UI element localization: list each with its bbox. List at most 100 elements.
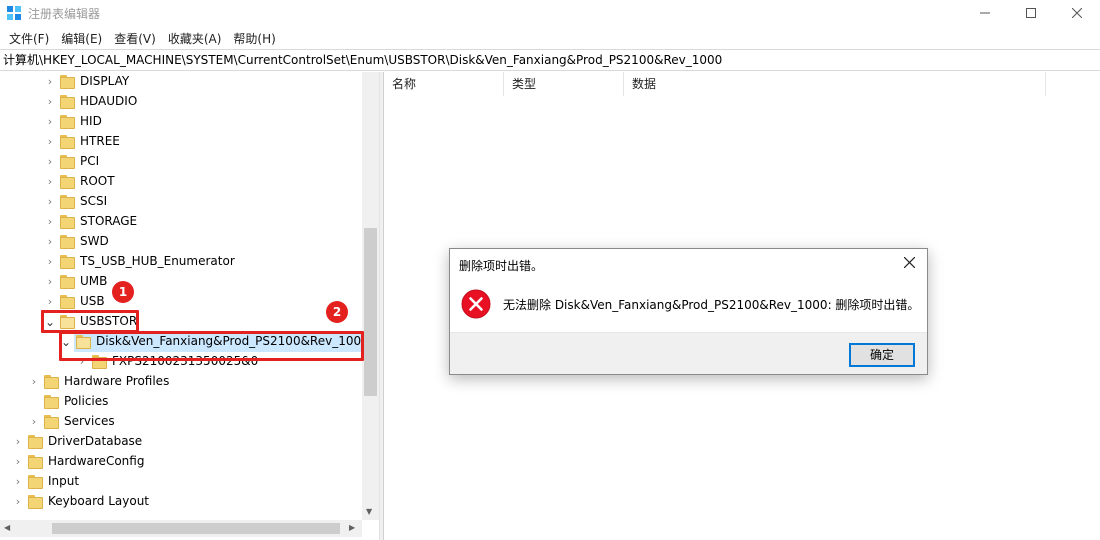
chevron-right-icon[interactable]: › bbox=[44, 114, 56, 130]
menu-favorites[interactable]: 收藏夹(A) bbox=[163, 30, 227, 47]
minimize-button[interactable] bbox=[962, 0, 1008, 26]
menu-help[interactable]: 帮助(H) bbox=[228, 30, 280, 47]
tree-item-label: SWD bbox=[80, 234, 109, 248]
menu-view[interactable]: 查看(V) bbox=[109, 30, 161, 47]
tree-item-label: Keyboard Layout bbox=[48, 494, 150, 508]
tree-item-ts-usb-hub-enumerator[interactable]: › TS_USB_HUB_Enumerator bbox=[0, 252, 362, 272]
chevron-right-icon[interactable]: › bbox=[44, 154, 56, 170]
chevron-right-icon[interactable]: › bbox=[44, 174, 56, 190]
menu-file[interactable]: 文件(F) bbox=[4, 30, 54, 47]
chevron-right-icon[interactable]: › bbox=[12, 474, 24, 490]
folder-icon bbox=[28, 435, 43, 449]
address-bar[interactable]: 计算机\HKEY_LOCAL_MACHINE\SYSTEM\CurrentCon… bbox=[0, 49, 1100, 71]
chevron-right-icon[interactable]: › bbox=[12, 434, 24, 450]
scroll-left-icon[interactable]: ◀ bbox=[4, 523, 10, 532]
tree-item-driverdatabase[interactable]: › DriverDatabase bbox=[0, 432, 362, 452]
tree-item-hdaudio[interactable]: › HDAUDIO bbox=[0, 92, 362, 112]
tree-item-label: USB bbox=[80, 294, 105, 308]
tree-item-scsi[interactable]: › SCSI bbox=[0, 192, 362, 212]
scrollbar-thumb[interactable] bbox=[364, 228, 377, 396]
folder-icon bbox=[60, 295, 75, 309]
chevron-right-icon[interactable]: › bbox=[44, 294, 56, 310]
registry-tree: › DISPLAY › HDAUDIO › HID › HTREE › PCI … bbox=[0, 72, 379, 540]
tree-item-hid[interactable]: › HID bbox=[0, 112, 362, 132]
tree-item-label: HardwareConfig bbox=[48, 454, 145, 468]
tree-item-display[interactable]: › DISPLAY bbox=[0, 72, 362, 92]
tree-item-htree[interactable]: › HTREE bbox=[0, 132, 362, 152]
folder-icon bbox=[44, 375, 59, 389]
annotation-badge-1: 1 bbox=[112, 281, 134, 303]
dialog-close-button[interactable] bbox=[897, 252, 921, 274]
folder-icon bbox=[28, 455, 43, 469]
close-button[interactable] bbox=[1054, 0, 1100, 26]
folder-icon bbox=[44, 415, 59, 429]
tree-item-hardwareconfig[interactable]: › HardwareConfig bbox=[0, 452, 362, 472]
tree-item-label: TS_USB_HUB_Enumerator bbox=[80, 254, 235, 268]
tree-item-label: Policies bbox=[64, 394, 109, 408]
tree-item-usb[interactable]: › USB bbox=[0, 292, 362, 312]
annotation-box-disk-key bbox=[59, 331, 364, 361]
folder-icon bbox=[44, 395, 59, 409]
maximize-button[interactable] bbox=[1008, 0, 1054, 26]
chevron-right-icon[interactable]: › bbox=[44, 74, 56, 90]
error-icon bbox=[461, 289, 491, 319]
tree-item-label: UMB bbox=[80, 274, 108, 288]
tree-item-input[interactable]: › Input bbox=[0, 472, 362, 492]
chevron-right-icon[interactable]: › bbox=[12, 494, 24, 510]
dialog-title: 删除项时出错。 bbox=[459, 259, 544, 273]
chevron-right-icon[interactable]: › bbox=[44, 254, 56, 270]
chevron-right-icon[interactable]: › bbox=[44, 94, 56, 110]
tree-item-label: DISPLAY bbox=[80, 74, 130, 88]
tree-item-policies[interactable]: Policies bbox=[0, 392, 362, 412]
folder-icon bbox=[28, 495, 43, 509]
folder-icon bbox=[28, 475, 43, 489]
tree-item-label: SCSI bbox=[80, 194, 108, 208]
folder-icon bbox=[60, 175, 75, 189]
chevron-right-icon[interactable]: › bbox=[28, 414, 40, 430]
tree-item-label: HTREE bbox=[80, 134, 120, 148]
folder-icon bbox=[60, 235, 75, 249]
close-icon bbox=[1072, 8, 1082, 18]
column-header-data[interactable]: 数据 bbox=[624, 72, 1046, 96]
window-title: 注册表编辑器 bbox=[28, 7, 101, 21]
scroll-right-icon[interactable]: ▶ bbox=[349, 523, 355, 532]
chevron-right-icon[interactable]: › bbox=[12, 454, 24, 470]
tree-item-keyboard-layout[interactable]: › Keyboard Layout bbox=[0, 492, 362, 512]
tree-item-pci[interactable]: › PCI bbox=[0, 152, 362, 172]
column-header-name[interactable]: 名称 bbox=[384, 72, 504, 96]
folder-icon bbox=[60, 75, 75, 89]
tree-item-storage[interactable]: › STORAGE bbox=[0, 212, 362, 232]
tree-item-label: Services bbox=[64, 414, 115, 428]
tree-item-umb[interactable]: › UMB bbox=[0, 272, 362, 292]
chevron-right-icon[interactable]: › bbox=[28, 374, 40, 390]
tree-item-swd[interactable]: › SWD bbox=[0, 232, 362, 252]
chevron-right-icon[interactable]: › bbox=[44, 234, 56, 250]
tree-horizontal-scrollbar[interactable]: ◀ ▶ bbox=[0, 520, 362, 537]
tree-item-services[interactable]: › Services bbox=[0, 412, 362, 432]
tree-item-label: PCI bbox=[80, 154, 100, 168]
regedit-app-icon bbox=[7, 6, 21, 20]
title-bar: 注册表编辑器 bbox=[0, 0, 1100, 26]
annotation-badge-2: 2 bbox=[326, 301, 348, 323]
tree-item-label: HID bbox=[80, 114, 102, 128]
folder-icon bbox=[60, 195, 75, 209]
column-header-type[interactable]: 类型 bbox=[504, 72, 624, 96]
ok-button[interactable]: 确定 bbox=[849, 343, 915, 367]
folder-icon bbox=[60, 115, 75, 129]
chevron-right-icon[interactable]: › bbox=[44, 134, 56, 150]
tree-item-label: Hardware Profiles bbox=[64, 374, 170, 388]
tree-item-label: Input bbox=[48, 474, 80, 488]
tree-item-hardware-profiles[interactable]: › Hardware Profiles bbox=[0, 372, 362, 392]
chevron-right-icon[interactable]: › bbox=[44, 214, 56, 230]
menu-edit[interactable]: 编辑(E) bbox=[56, 30, 107, 47]
folder-icon bbox=[60, 135, 75, 149]
chevron-right-icon[interactable]: › bbox=[44, 194, 56, 210]
scroll-down-icon[interactable]: ▼ bbox=[366, 507, 372, 516]
folder-icon bbox=[60, 215, 75, 229]
scrollbar-thumb[interactable] bbox=[52, 523, 340, 534]
tree-item-root[interactable]: › ROOT bbox=[0, 172, 362, 192]
maximize-icon bbox=[1026, 8, 1036, 18]
tree-vertical-scrollbar[interactable] bbox=[362, 72, 379, 520]
chevron-right-icon[interactable]: › bbox=[44, 274, 56, 290]
tree-item-label: DriverDatabase bbox=[48, 434, 143, 448]
